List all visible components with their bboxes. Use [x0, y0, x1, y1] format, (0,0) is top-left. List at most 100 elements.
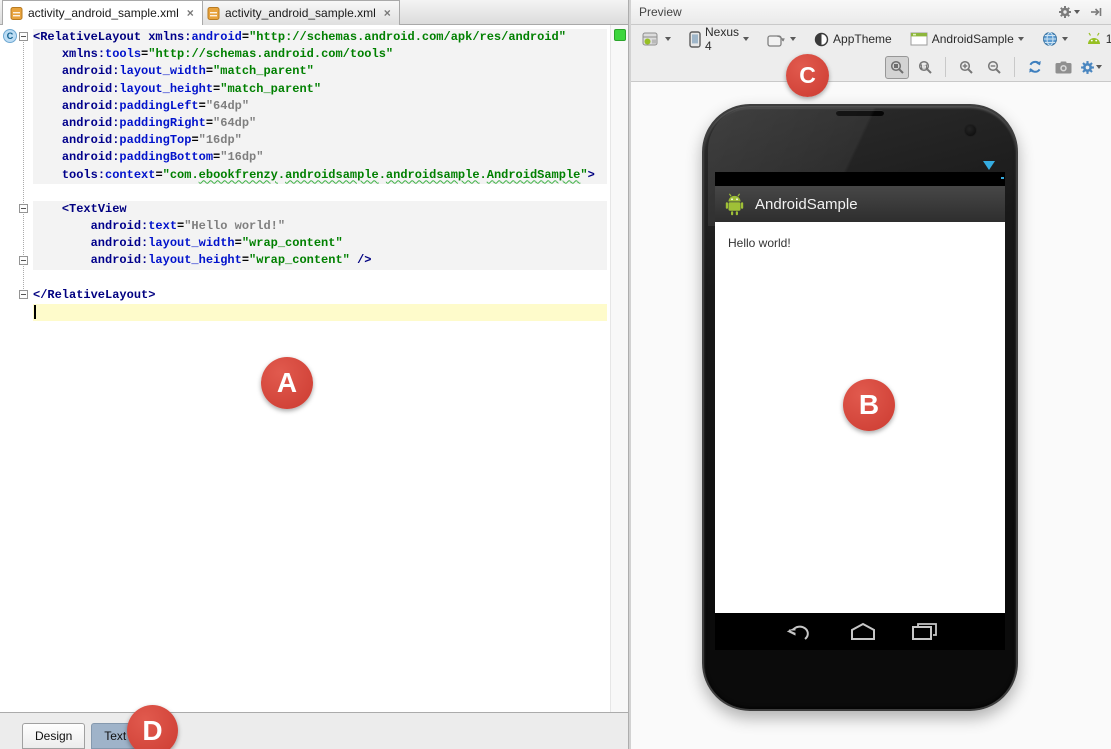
code-line-2[interactable]: xmlns:tools="http://schemas.android.com/… — [33, 46, 607, 64]
code-line-7[interactable]: android:paddingTop="16dp" — [33, 132, 607, 150]
code-token: <TextView — [61, 201, 127, 216]
code-token: "Hello world!" — [184, 219, 286, 234]
code-token: androidsample — [385, 167, 480, 182]
orientation-selector[interactable] — [762, 29, 801, 50]
annotation-circle-d: D — [127, 705, 178, 749]
preview-config-toolbar: Nexus 4 AppTheme AndroidSample 19 — [631, 25, 1111, 53]
zoom-in-icon — [959, 60, 974, 75]
code-line-8[interactable]: android:paddingBottom="16dp" — [33, 149, 607, 167]
preview-settings-button[interactable] — [1079, 56, 1103, 79]
code-line-12[interactable]: android:text="Hello world!" — [33, 218, 607, 236]
code-line-17[interactable] — [33, 304, 607, 322]
device-selector[interactable]: Nexus 4 — [684, 22, 754, 56]
code-token: > — [587, 167, 595, 182]
hide-panel-icon[interactable] — [1090, 6, 1103, 18]
code-line-5[interactable]: android:paddingLeft="64dp" — [33, 97, 607, 115]
screenshot-button[interactable] — [1051, 56, 1075, 79]
mode-tab-design[interactable]: Design — [22, 723, 86, 749]
code-token: paddingRight — [119, 115, 206, 130]
preview-title: Preview — [639, 5, 682, 19]
settings-gear-icon[interactable] — [1058, 5, 1080, 19]
editor-tab-2[interactable]: activity_android_sample.xml × — [199, 0, 400, 25]
app-title: AndroidSample — [755, 195, 858, 213]
code-line-13[interactable]: android:layout_width="wrap_content" — [33, 235, 607, 253]
code-line-1[interactable]: <RelativeLayout xmlns:android="http://sc… — [33, 29, 607, 47]
code-token: <RelativeLayout — [33, 30, 142, 44]
editor-marker-strip[interactable] — [610, 25, 628, 712]
locale-selector[interactable] — [1037, 28, 1073, 50]
code-token: android: — [61, 81, 120, 96]
editor-tab-1[interactable]: activity_android_sample.xml × — [2, 0, 203, 25]
code-line-15[interactable] — [33, 270, 607, 287]
refresh-button[interactable] — [1023, 56, 1047, 79]
code-token: . — [277, 167, 286, 182]
code-token: xmlns: — [61, 47, 106, 62]
zoom-actual-size-button[interactable]: 1:1 — [913, 56, 937, 79]
toolbar-separator — [945, 57, 946, 77]
android-head-icon — [1086, 32, 1102, 47]
chevron-down-icon — [1061, 37, 1068, 41]
device-selector-label: Nexus 4 — [705, 25, 740, 53]
code-token: android — [191, 30, 242, 44]
code-token: = — [241, 30, 250, 44]
zoom-to-fit-button[interactable] — [885, 55, 909, 79]
theme-selector[interactable]: AppTheme — [809, 29, 897, 50]
code-token: AndroidSample — [486, 167, 581, 182]
code-line-14[interactable]: android:layout_height="wrap_content" /> — [33, 252, 607, 270]
code-token: tools — [105, 47, 142, 62]
recents-icon — [911, 622, 938, 641]
code-line-16[interactable]: </RelativeLayout> — [33, 287, 607, 304]
code-token: context — [105, 167, 156, 182]
code-line-4[interactable]: android:layout_height="match_parent" — [33, 80, 607, 98]
code-token: paddingLeft — [119, 98, 199, 113]
code-line-9[interactable]: tools:context="com.ebookfrenzy.androidsa… — [33, 166, 607, 184]
globe-icon — [1042, 31, 1058, 47]
code-line-10[interactable] — [33, 184, 607, 201]
code-token: layout_width — [148, 236, 235, 251]
code-token: = — [198, 98, 206, 113]
close-icon[interactable]: × — [384, 7, 391, 19]
code-line-11[interactable]: <TextView — [33, 200, 607, 219]
close-icon[interactable]: × — [187, 7, 194, 19]
settings-gear-icon — [1080, 60, 1095, 75]
chevron-down-icon — [1096, 65, 1102, 69]
configuration-selector[interactable] — [637, 28, 676, 50]
chevron-down-icon — [743, 37, 750, 41]
back-icon — [783, 622, 815, 642]
code-token: layout_width — [119, 64, 206, 79]
code-area[interactable]: <RelativeLayout xmlns:android="http://sc… — [0, 29, 610, 322]
theme-icon — [814, 32, 829, 47]
code-token: android: — [61, 115, 120, 130]
zoom-out-button[interactable] — [982, 56, 1006, 79]
hello-world-text: Hello world! — [728, 236, 791, 250]
phone-icon — [689, 30, 701, 48]
device-status-bar — [715, 161, 1005, 187]
code-token: android: — [61, 98, 120, 113]
code-token: ebookfrenzy — [198, 167, 278, 182]
code-token: "http://schemas.android.com/apk/res/andr… — [249, 30, 566, 44]
activity-icon — [910, 32, 928, 46]
code-token: . — [378, 167, 386, 182]
editor-tab-label: activity_android_sample.xml — [28, 6, 179, 20]
orientation-icon — [767, 32, 786, 47]
zoom-in-button[interactable] — [954, 56, 978, 79]
code-line-6[interactable]: android:paddingRight="64dp" — [33, 114, 607, 133]
code-line-3[interactable]: android:layout_width="match_parent" — [33, 63, 607, 81]
activity-selector-label: AndroidSample — [931, 32, 1014, 46]
api-version-selector[interactable]: 19 — [1081, 29, 1111, 50]
zoom-fit-icon — [890, 60, 905, 75]
code-token: "64dp" — [205, 98, 250, 113]
code-token: android: — [61, 133, 120, 148]
code-token: paddingTop — [119, 133, 192, 148]
code-token: "wrap_content" — [241, 236, 343, 251]
activity-selector[interactable]: AndroidSample — [905, 29, 1029, 49]
